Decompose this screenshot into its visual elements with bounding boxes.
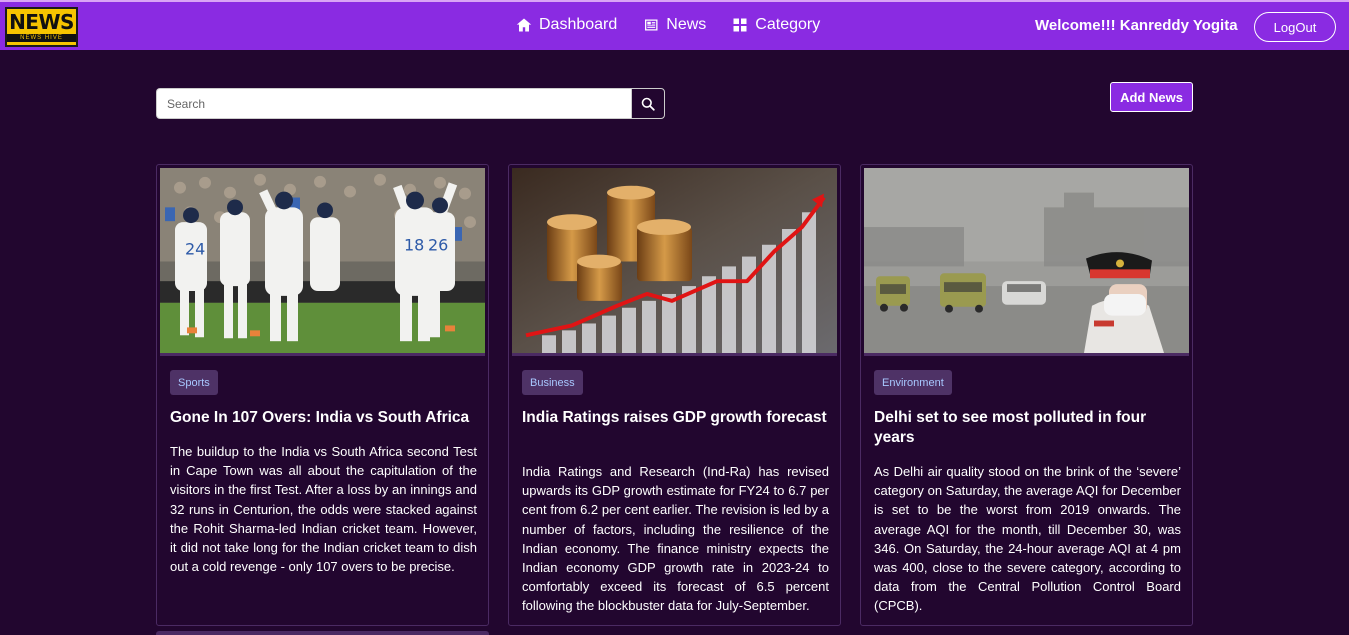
category-badge: Business [522,370,583,395]
nav-links: Dashboard News Category [516,16,820,34]
svg-text:26: 26 [428,236,448,255]
nav-category-label: Category [755,16,821,33]
search-button[interactable] [631,88,665,119]
newspaper-icon [645,19,658,31]
logo-text: NEWS [9,10,74,34]
category-badge: Sports [170,370,218,395]
svg-text:24: 24 [185,240,205,259]
news-image-delhi-smog [864,168,1189,356]
news-hive-logo[interactable]: NEWS NEWS HIVE [5,7,78,47]
svg-text:18: 18 [404,236,424,255]
category-badge: Environment [874,370,952,395]
next-news-card-edge [156,631,489,635]
nav-news-label: News [666,16,707,33]
home-icon [516,18,532,32]
news-title[interactable]: Delhi set to see most polluted in four y… [874,408,1182,448]
news-description: India Ratings and Research (Ind-Ra) has … [522,464,829,614]
news-image-cricket: 24 18 26 [160,168,485,356]
news-card[interactable]: 24 18 26 Sports Gone In 107 Overs: India v… [156,164,489,626]
nav-news[interactable]: News [643,16,706,34]
search-input[interactable] [156,88,631,119]
news-image-gdp [512,168,837,356]
add-news-button[interactable]: Add News [1110,82,1193,112]
news-card[interactable]: Environment Delhi set to see most pollut… [860,164,1193,626]
welcome-message: Welcome!!! Kanreddy Yogita [1035,17,1238,34]
news-title[interactable]: India Ratings raises GDP growth forecast [522,408,830,428]
news-description: As Delhi air quality stood on the brink … [874,464,1181,614]
news-description: The buildup to the India vs South Africa… [170,444,477,575]
logout-button[interactable]: LogOut [1254,12,1336,42]
nav-dashboard[interactable]: Dashboard [516,16,617,34]
grid-icon [733,18,747,32]
news-card[interactable]: Business India Ratings raises GDP growth… [508,164,841,626]
nav-category[interactable]: Category [732,16,820,34]
news-title[interactable]: Gone In 107 Overs: India vs South Africa [170,408,478,428]
search-icon [641,97,655,111]
nav-dashboard-label: Dashboard [539,16,618,33]
top-navbar: NEWS NEWS HIVE Dashboard News Category W… [0,0,1349,50]
search-bar [156,88,665,119]
logo-subtext: NEWS HIVE [7,34,76,42]
